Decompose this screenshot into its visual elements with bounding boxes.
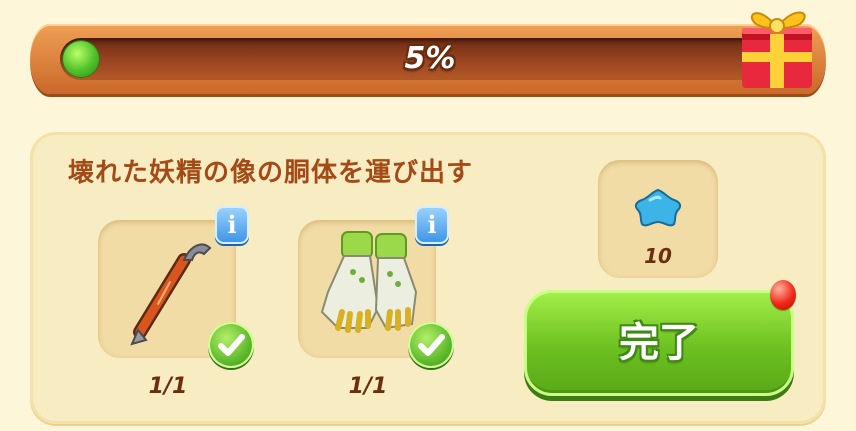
- info-icon: i: [427, 210, 437, 239]
- reward-amount: 10: [644, 244, 672, 268]
- item-count: 1/1: [348, 374, 388, 399]
- notification-dot: [770, 280, 796, 310]
- gift-box-icon[interactable]: [730, 0, 822, 94]
- complete-button-label: 完了: [619, 320, 699, 366]
- progress-percent: 5%: [404, 41, 456, 76]
- blue-star-icon: [634, 188, 682, 227]
- item-count: 1/1: [148, 374, 188, 399]
- info-button[interactable]: i: [415, 206, 449, 244]
- info-button[interactable]: i: [215, 206, 249, 244]
- checkmark-icon: [408, 322, 454, 368]
- complete-button[interactable]: 完了: [524, 290, 794, 396]
- checkmark-icon: [208, 322, 254, 368]
- task-title: 壊れた妖精の像の胴体を運び出す: [68, 158, 474, 188]
- info-icon: i: [227, 210, 237, 239]
